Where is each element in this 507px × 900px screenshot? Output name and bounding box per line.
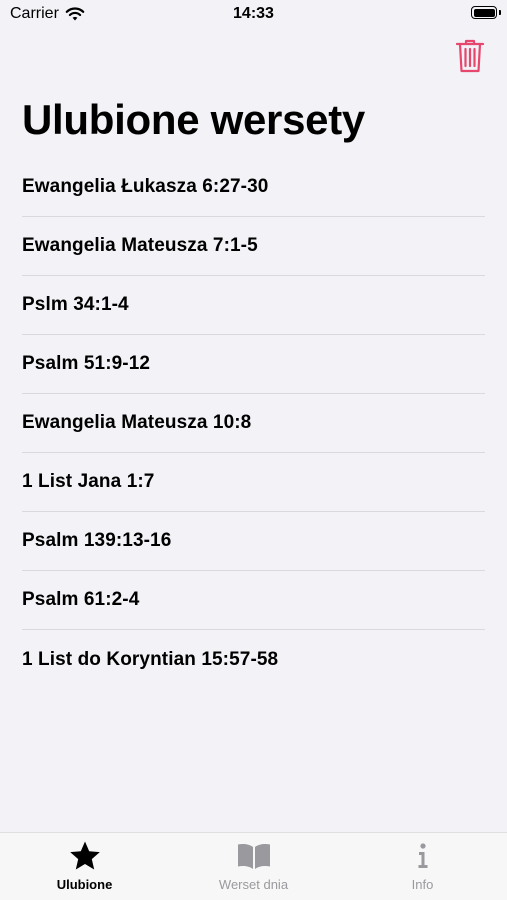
list-item[interactable]: Ewangelia Mateusza 10:8 (22, 394, 485, 453)
star-icon (67, 841, 103, 871)
favorites-list: Ewangelia Łukasza 6:27-30 Ewangelia Mate… (22, 158, 485, 689)
tab-info[interactable]: Info (338, 833, 507, 900)
list-item[interactable]: Psalm 139:13-16 (22, 512, 485, 571)
info-icon (405, 841, 441, 871)
list-item[interactable]: Psalm 61:2-4 (22, 571, 485, 630)
tab-favorites[interactable]: Ulubione (0, 833, 169, 900)
list-item[interactable]: Ewangelia Łukasza 6:27-30 (22, 158, 485, 217)
book-icon (236, 841, 272, 871)
tab-verse-of-the-day[interactable]: Werset dnia (169, 833, 338, 900)
tab-favorites-label: Ulubione (56, 877, 113, 892)
list-item[interactable]: 1 List do Koryntian 15:57-58 (22, 630, 485, 689)
list-item[interactable]: Psalm 51:9-12 (22, 335, 485, 394)
status-bar: Carrier 14:33 (0, 0, 507, 32)
tab-bar: Ulubione Werset dnia Info (0, 832, 507, 900)
list-item[interactable]: Ewangelia Mateusza 7:1-5 (22, 217, 485, 276)
list-item[interactable]: 1 List Jana 1:7 (22, 453, 485, 512)
status-time: 14:33 (233, 5, 274, 22)
trash-icon (455, 39, 485, 73)
page-title: Ulubione wersety (22, 96, 365, 143)
tab-verse-of-the-day-label: Werset dnia (218, 877, 289, 892)
delete-favorites-button[interactable] (455, 38, 485, 74)
battery-tip (499, 10, 501, 15)
battery-icon (471, 6, 497, 19)
list-item[interactable]: Pslm 34:1-4 (22, 276, 485, 335)
tab-info-label: Info (411, 877, 434, 892)
